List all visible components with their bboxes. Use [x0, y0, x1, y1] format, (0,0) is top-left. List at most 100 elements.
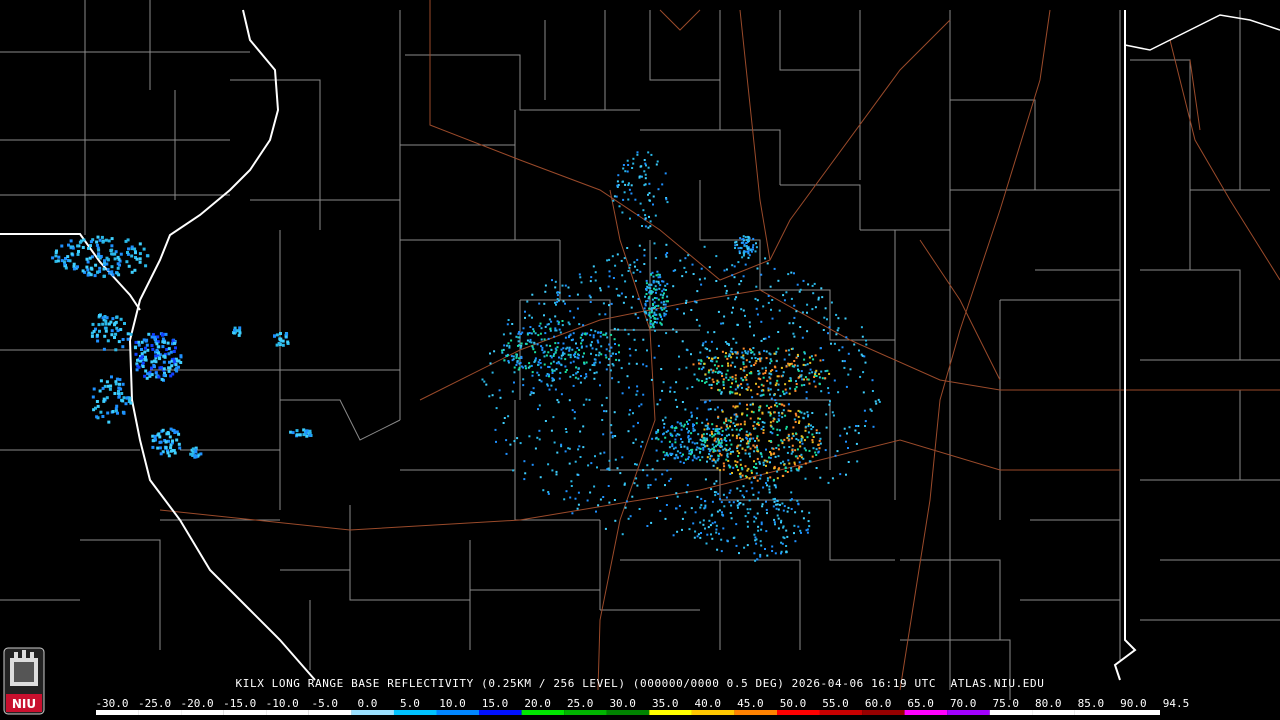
- echo-pixel: [540, 338, 543, 341]
- echo-pixel: [676, 433, 679, 436]
- echo-pixel: [120, 392, 124, 395]
- echo-pixel: [737, 455, 740, 458]
- echo-pixel: [793, 360, 796, 362]
- echo-pixel: [811, 412, 814, 414]
- echo-pixel: [744, 250, 747, 253]
- echo-pixel: [685, 348, 688, 351]
- echo-pixel: [644, 214, 647, 217]
- echo-pixel: [835, 333, 838, 336]
- echo-pixel: [731, 378, 734, 381]
- echo-pixel: [750, 471, 753, 474]
- echo-pixel: [777, 444, 780, 447]
- echo-pixel: [538, 359, 541, 361]
- echo-pixel: [800, 384, 803, 387]
- echo-pixel: [134, 352, 138, 356]
- echo-pixel: [614, 343, 616, 345]
- echo-pixel: [739, 423, 742, 426]
- echo-pixel: [557, 401, 560, 404]
- echo-pixel: [92, 387, 96, 391]
- echo-pixel: [742, 309, 745, 312]
- echo-pixel: [777, 279, 780, 282]
- echo-pixel: [493, 350, 496, 353]
- echo-pixel: [594, 271, 597, 274]
- echo-pixel: [708, 369, 711, 372]
- echo-pixel: [96, 235, 100, 239]
- echo-pixel: [662, 288, 665, 291]
- echo-pixel: [166, 341, 170, 345]
- echo-pixel: [81, 246, 85, 249]
- echo-pixel: [871, 379, 874, 382]
- echo-pixel: [105, 380, 109, 384]
- echo-pixel: [835, 313, 838, 316]
- echo-pixel: [800, 531, 802, 534]
- echo-pixel: [562, 342, 565, 345]
- echo-pixel: [774, 455, 777, 458]
- echo-pixel: [580, 342, 583, 345]
- echo-pixel: [723, 465, 726, 468]
- echo-pixel: [736, 323, 739, 326]
- echo-pixel: [574, 497, 577, 500]
- echo-pixel: [759, 555, 762, 558]
- echo-pixel: [727, 297, 730, 300]
- echo-pixel: [743, 243, 746, 246]
- echo-pixel: [520, 342, 523, 345]
- echo-pixel: [538, 325, 541, 327]
- echo-pixel: [129, 332, 133, 336]
- echo-pixel: [703, 245, 706, 248]
- echo-pixel: [172, 359, 176, 363]
- echo-pixel: [871, 390, 874, 392]
- echo-pixel: [752, 437, 755, 440]
- echo-pixel: [777, 411, 780, 414]
- echo-pixel: [744, 452, 747, 455]
- echo-pixel: [631, 167, 634, 169]
- echo-pixel: [865, 339, 867, 342]
- echo-pixel: [560, 348, 563, 351]
- echo-pixel: [101, 316, 105, 320]
- echo-pixel: [543, 355, 546, 358]
- echo-pixel: [656, 459, 659, 462]
- county-line: [514, 400, 600, 521]
- echo-pixel: [808, 460, 811, 463]
- echo-pixel: [783, 505, 786, 508]
- echo-pixel: [676, 530, 679, 533]
- echo-pixel: [836, 329, 839, 332]
- echo-pixel: [576, 307, 579, 310]
- echo-pixel: [107, 420, 111, 424]
- echo-pixel: [742, 237, 745, 240]
- echo-pixel: [736, 461, 739, 464]
- echo-pixel: [756, 393, 759, 396]
- echo-pixel: [768, 335, 771, 338]
- echo-pixel: [781, 416, 784, 419]
- echo-pixel: [760, 453, 763, 456]
- echo-pixel: [687, 456, 690, 459]
- echo-pixel: [576, 371, 579, 373]
- echo-pixel: [808, 356, 811, 359]
- echo-pixel: [611, 363, 614, 365]
- echo-pixel: [878, 400, 881, 403]
- echo-pixel: [577, 491, 580, 494]
- echo-pixel: [823, 316, 826, 319]
- echo-pixel: [579, 336, 582, 339]
- scale-swatch: [1074, 710, 1118, 715]
- echo-pixel: [87, 246, 90, 250]
- echo-pixel: [841, 346, 844, 349]
- echo-pixel: [863, 409, 866, 412]
- echo-pixel: [729, 425, 731, 428]
- echo-pixel: [558, 377, 561, 380]
- echo-pixel: [520, 344, 523, 347]
- echo-pixel: [723, 447, 726, 450]
- echo-pixel: [643, 254, 646, 257]
- echo-pixel: [580, 334, 583, 336]
- echo-pixel: [600, 345, 603, 348]
- echo-pixel: [70, 252, 74, 256]
- echo-pixel: [708, 266, 711, 269]
- echo-pixel: [760, 427, 763, 430]
- echo-pixel: [101, 322, 105, 326]
- echo-pixel: [692, 522, 695, 525]
- echo-pixel: [516, 360, 519, 363]
- echo-pixel: [666, 282, 669, 285]
- echo-pixel: [738, 552, 740, 555]
- echo-pixel: [107, 384, 110, 388]
- echo-pixel: [730, 443, 733, 446]
- echo-pixel: [770, 397, 773, 400]
